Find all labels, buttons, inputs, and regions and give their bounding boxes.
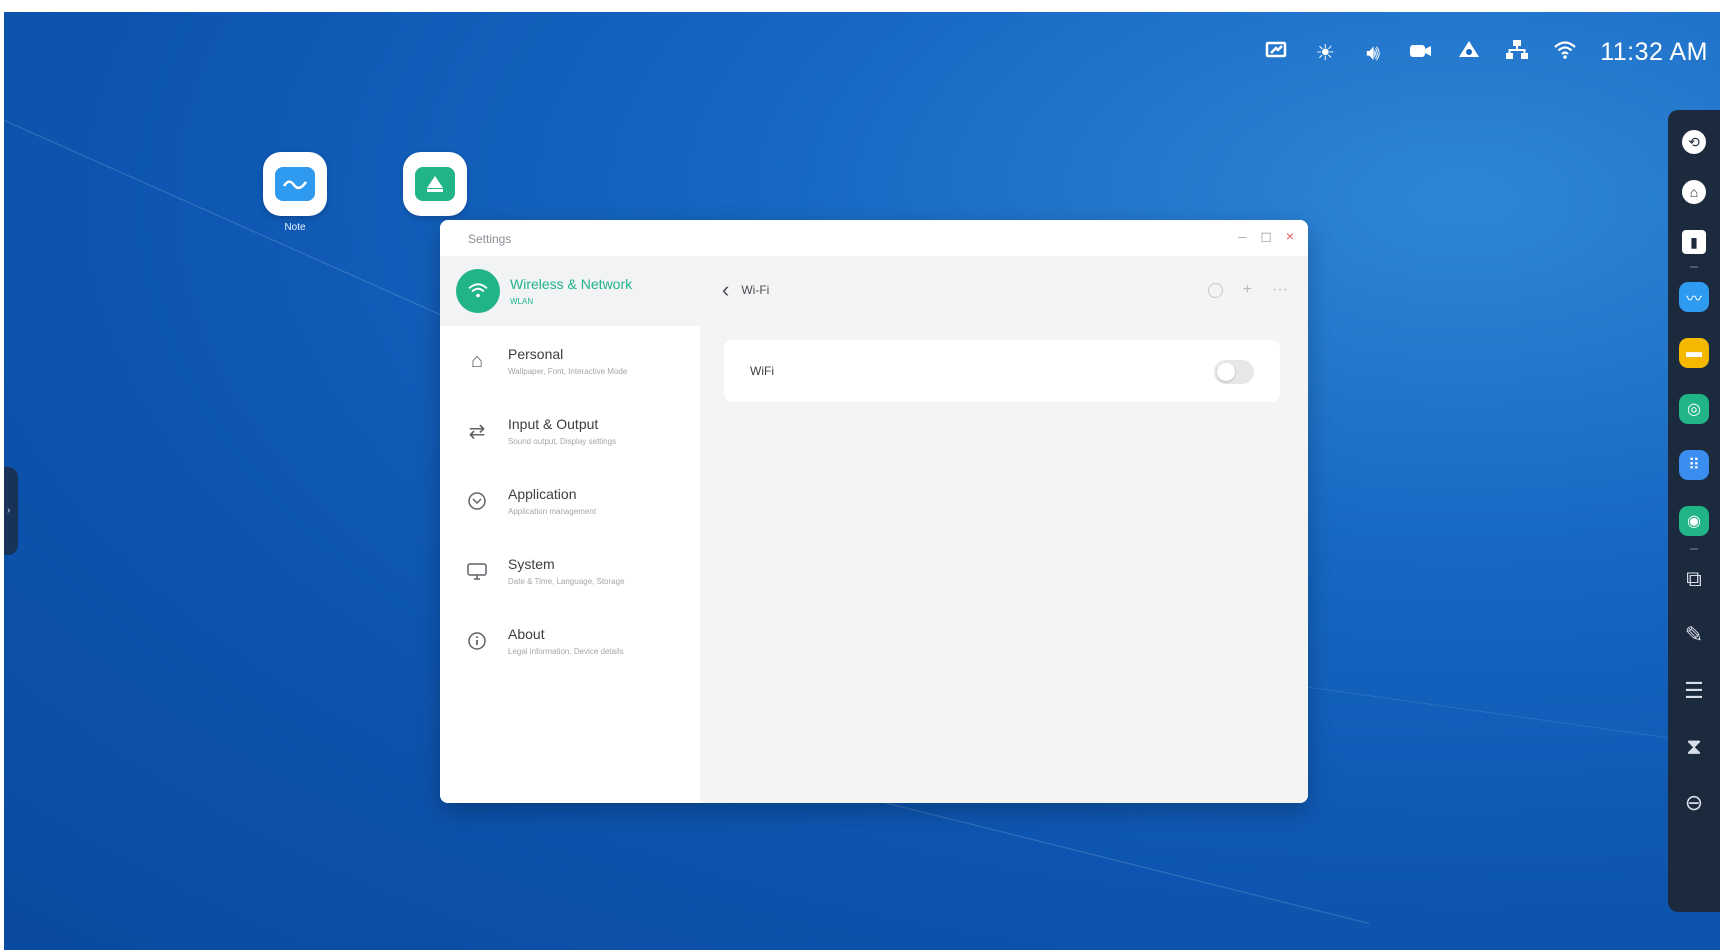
sidebar-item-subtitle: WLAN bbox=[510, 297, 534, 306]
screen-share-icon[interactable] bbox=[1264, 39, 1290, 66]
minus-circle-icon[interactable]: ⊖ bbox=[1679, 788, 1709, 818]
refresh-icon[interactable] bbox=[1207, 282, 1223, 298]
eye-care-icon[interactable] bbox=[1456, 39, 1482, 66]
info-icon bbox=[462, 626, 492, 656]
window-controls: – ◻ × bbox=[1238, 228, 1294, 245]
sidebar-item-about[interactable]: About Legal information, Device details bbox=[440, 606, 700, 676]
sidebar-item-system[interactable]: System Date & Time, Language, Storage bbox=[440, 536, 700, 606]
home-icon: ⌂ bbox=[470, 349, 484, 372]
dock-divider bbox=[1690, 266, 1698, 268]
sidebar-item-application[interactable]: Application Application management bbox=[440, 466, 700, 536]
recent-apps-icon[interactable]: ▮ bbox=[1682, 230, 1706, 254]
sidebar-item-subtitle: Application management bbox=[508, 507, 597, 516]
settings-sidebar: Wireless & Network WLAN ⌂ Personal Wallp… bbox=[440, 256, 700, 803]
camera-icon[interactable] bbox=[1408, 41, 1434, 65]
network-icon[interactable] bbox=[1504, 39, 1530, 66]
whiteboard-app-icon[interactable]: 〰 bbox=[1679, 282, 1709, 312]
wifi-icon[interactable] bbox=[1552, 40, 1578, 65]
brightness-icon[interactable]: ☀ bbox=[1312, 40, 1338, 65]
desktop-app-label: Note bbox=[284, 222, 306, 233]
back-arrow-icon[interactable]: ‹ bbox=[722, 279, 729, 301]
settings-window: Settings – ◻ × Wireless & Network WLAN ⌂ bbox=[440, 220, 1308, 803]
page-title: Wi-Fi bbox=[741, 283, 770, 297]
settings-app-icon[interactable]: ◉ bbox=[1679, 506, 1709, 536]
wifi-setting-row: WiFi bbox=[724, 340, 1280, 402]
header-actions: + ··· bbox=[1207, 281, 1288, 299]
sidebar-item-subtitle: Sound output, Display settings bbox=[508, 437, 617, 446]
minimize-button[interactable]: – bbox=[1238, 228, 1246, 245]
sidebar-item-input-output[interactable]: ⇄ Input & Output Sound output, Display s… bbox=[440, 396, 700, 466]
sidebar-item-personal[interactable]: ⌂ Personal Wallpaper, Font, Interactive … bbox=[440, 326, 700, 396]
sidebar-item-wireless-network[interactable]: Wireless & Network WLAN bbox=[440, 256, 700, 326]
sidebar-item-subtitle: Legal information, Device details bbox=[508, 647, 624, 656]
toggle-knob bbox=[1217, 363, 1235, 381]
cast-app-icon bbox=[403, 152, 467, 216]
sidebar-item-title: Input & Output bbox=[508, 416, 599, 432]
desktop-app-cast[interactable] bbox=[395, 152, 475, 222]
wifi-label: WiFi bbox=[750, 364, 774, 378]
sidebar-item-subtitle: Wallpaper, Font, Interactive Mode bbox=[508, 367, 628, 376]
home-icon[interactable]: ⌂ bbox=[1682, 180, 1706, 204]
app-download-icon bbox=[462, 486, 492, 516]
wallpaper-streak bbox=[883, 802, 1370, 924]
sidebar-item-title: Application bbox=[508, 486, 577, 502]
back-icon[interactable]: ⟲ bbox=[1682, 130, 1706, 154]
sidebar-item-title: Personal bbox=[508, 346, 564, 362]
volume-icon[interactable]: 🔊︎ bbox=[1360, 40, 1386, 65]
swap-icon: ⇄ bbox=[468, 420, 486, 443]
status-bar: ☀ 🔊︎ 11:32 AM bbox=[1264, 38, 1708, 67]
content-header: ‹ Wi-Fi + ··· bbox=[722, 278, 1288, 302]
window-title: Settings bbox=[468, 232, 512, 246]
folder-app-icon[interactable]: ▬ bbox=[1679, 338, 1709, 368]
wifi-toggle[interactable] bbox=[1214, 360, 1254, 384]
side-panel-handle[interactable]: › bbox=[4, 467, 18, 555]
close-button[interactable]: × bbox=[1286, 228, 1294, 245]
sidebar-item-subtitle: Date & Time, Language, Storage bbox=[508, 577, 625, 586]
add-icon[interactable]: + bbox=[1243, 281, 1252, 299]
split-screen-icon[interactable]: ☰ bbox=[1679, 676, 1709, 706]
sidebar-item-title: About bbox=[508, 626, 545, 642]
maximize-button[interactable]: ◻ bbox=[1260, 228, 1272, 245]
sidebar-item-title: System bbox=[508, 556, 555, 572]
screen-share-icon[interactable]: ⧉ bbox=[1679, 564, 1709, 594]
desktop-app-note[interactable]: Note bbox=[255, 152, 335, 233]
apps-grid-icon[interactable]: ⠿ bbox=[1679, 450, 1709, 480]
window-titlebar[interactable]: Settings – ◻ × bbox=[440, 220, 1308, 256]
timer-icon[interactable]: ⧗ bbox=[1679, 732, 1709, 762]
chevron-right-icon: › bbox=[7, 505, 11, 516]
monitor-icon bbox=[462, 556, 492, 586]
settings-content: ‹ Wi-Fi + ··· WiFi bbox=[700, 256, 1308, 803]
whiteboard-app-icon bbox=[263, 152, 327, 216]
clock: 11:32 AM bbox=[1600, 38, 1708, 66]
annotate-icon[interactable]: ✎ bbox=[1679, 620, 1709, 650]
wifi-icon bbox=[456, 269, 500, 313]
browser-app-icon[interactable]: ◎ bbox=[1679, 394, 1709, 424]
sidebar-item-title: Wireless & Network bbox=[510, 276, 633, 292]
more-icon[interactable]: ··· bbox=[1272, 281, 1288, 299]
desktop-background: ☀ 🔊︎ 11:32 AM Note › ⟲ ⌂ ▮ 〰 ▬ ◎ ⠿ ◉ ⧉ ✎… bbox=[4, 12, 1720, 950]
dock-divider bbox=[1690, 548, 1698, 550]
side-dock: ⟲ ⌂ ▮ 〰 ▬ ◎ ⠿ ◉ ⧉ ✎ ☰ ⧗ ⊖ bbox=[1668, 110, 1720, 912]
